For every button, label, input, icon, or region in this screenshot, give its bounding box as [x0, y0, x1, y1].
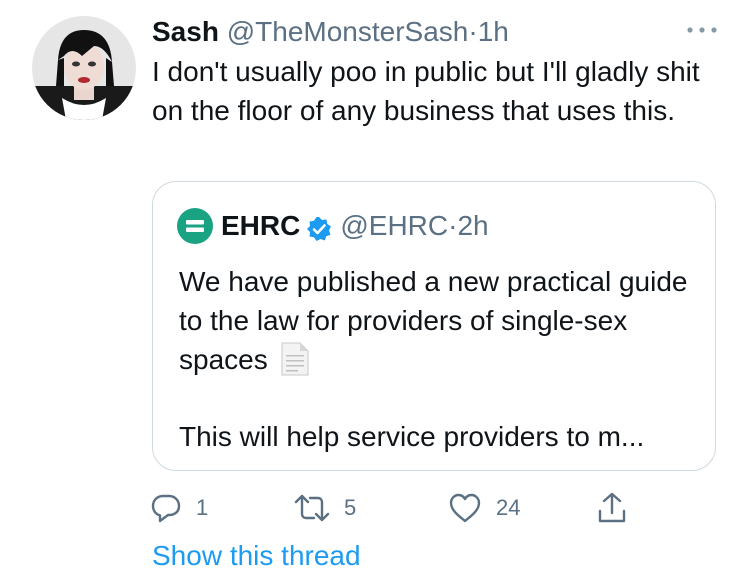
retweet-button[interactable]: 5 — [294, 488, 356, 528]
reply-icon — [151, 494, 181, 523]
reply-count: 1 — [196, 495, 209, 520]
verified-badge-icon — [306, 213, 332, 241]
quoted-text-line1: We have published a new practical guide … — [179, 266, 688, 375]
quoted-author-name[interactable]: EHRC — [221, 206, 300, 246]
quoted-tweet[interactable]: EHRC @EHRC · 2h We have published a new pr… — [152, 181, 716, 471]
retweet-icon — [294, 494, 330, 522]
quoted-timestamp[interactable]: 2h — [457, 206, 488, 246]
tweet-header: Sash @TheMonsterSash·1h — [152, 12, 509, 52]
avatar-image — [32, 16, 136, 120]
quoted-tweet-text: We have published a new practical guide … — [179, 262, 699, 379]
author-handle[interactable]: @TheMonsterSash — [227, 16, 469, 47]
reply-button[interactable]: 1 — [150, 488, 208, 528]
share-icon — [598, 492, 626, 523]
tweet-text: I don't usually poo in public but I'll g… — [152, 56, 700, 126]
ehrc-logo-icon — [177, 208, 213, 244]
heart-icon — [449, 493, 481, 523]
avatar[interactable] — [32, 16, 136, 120]
share-button[interactable] — [596, 488, 628, 528]
timestamp[interactable]: 1h — [478, 16, 509, 47]
retweet-count: 5 — [344, 495, 357, 520]
tweet-actions: 1 5 24 — [150, 488, 640, 528]
separator: · — [448, 210, 458, 241]
separator: · — [468, 16, 478, 47]
quoted-tweet-header: EHRC @EHRC · 2h — [177, 206, 489, 246]
page-facing-up-icon — [278, 341, 312, 377]
author-name[interactable]: Sash — [152, 16, 219, 47]
show-thread-link[interactable]: Show this thread — [152, 536, 361, 576]
quoted-author-handle[interactable]: @EHRC — [340, 206, 448, 246]
quoted-text-line2: This will help service providers to m... — [179, 421, 645, 452]
like-button[interactable]: 24 — [448, 488, 520, 528]
like-count: 24 — [496, 495, 521, 520]
more-options-icon[interactable] — [684, 18, 720, 42]
